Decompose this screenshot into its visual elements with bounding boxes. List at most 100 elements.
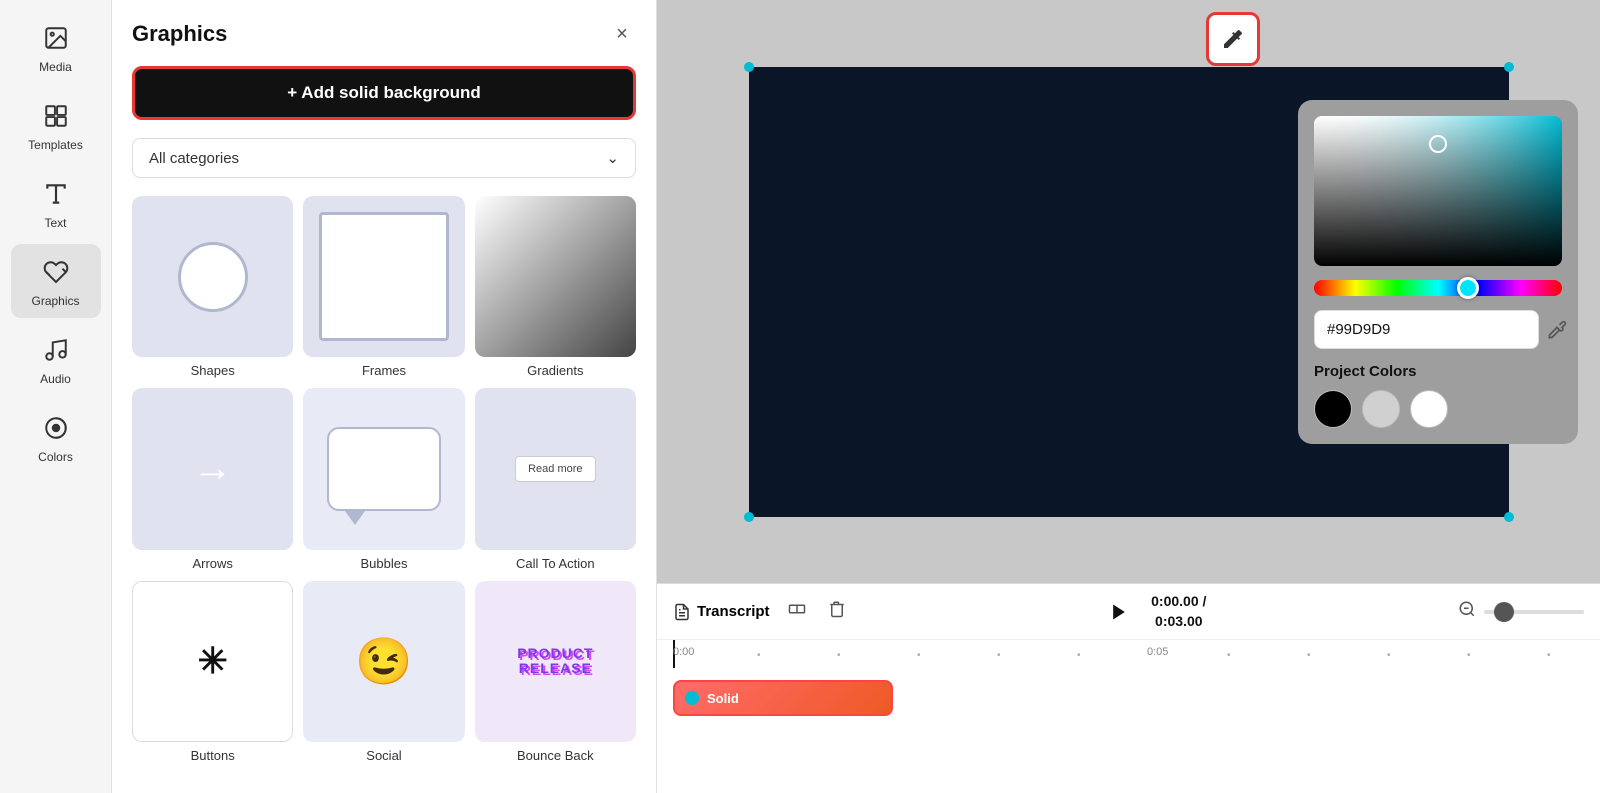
canvas-viewport: Project Colors (657, 0, 1600, 583)
bounceback-label: Bounce Back (517, 748, 594, 763)
grid-item-cta[interactable]: Read more Call To Action (475, 388, 636, 570)
color-swatch-white[interactable] (1410, 390, 1448, 428)
audio-icon (38, 332, 74, 368)
add-solid-background-button[interactable]: + Add solid background (132, 66, 636, 120)
sidebar-colors-label: Colors (38, 450, 73, 464)
sidebar-audio-label: Audio (40, 372, 71, 386)
color-gradient-box[interactable] (1314, 116, 1562, 266)
delete-button[interactable] (824, 596, 850, 627)
color-picker-trigger-button[interactable] (1206, 12, 1260, 66)
transcript-button[interactable]: Transcript (673, 603, 770, 621)
zoom-controls (1458, 600, 1584, 623)
arrows-thumbnail: → (132, 388, 293, 549)
panel-title: Graphics (132, 21, 227, 47)
color-swatch-black[interactable] (1314, 390, 1352, 428)
social-thumbnail: 😉 (303, 581, 464, 742)
hue-slider[interactable] (1314, 280, 1562, 296)
hex-input-row (1314, 310, 1562, 349)
color-picker-panel: Project Colors (1298, 100, 1578, 444)
bounce-text: PRODUCTRELEASE (513, 642, 597, 681)
timeline-area: Transcript (657, 583, 1600, 793)
cta-label: Call To Action (516, 556, 595, 571)
sidebar-item-audio[interactable]: Audio (11, 322, 101, 396)
zoom-slider[interactable] (1484, 610, 1584, 614)
gradients-thumbnail (475, 196, 636, 357)
corner-handle-tr[interactable] (1504, 62, 1514, 72)
sidebar-item-media[interactable]: Media (11, 10, 101, 84)
split-button[interactable] (784, 596, 810, 627)
app-container: Media Templates Text (0, 0, 1600, 793)
color-picker-handle[interactable] (1429, 135, 1447, 153)
gradients-label: Gradients (527, 363, 583, 378)
timeline-controls: Transcript (657, 584, 1600, 640)
templates-icon (38, 98, 74, 134)
corner-handle-tl[interactable] (744, 62, 754, 72)
bubbles-thumbnail (303, 388, 464, 549)
sidebar-media-label: Media (39, 60, 72, 74)
shape-circle (178, 242, 248, 312)
solid-track[interactable]: Solid (673, 680, 893, 716)
track-label: Solid (707, 691, 739, 706)
bubble-tail (345, 511, 365, 525)
graphics-panel: Graphics × + Add solid background All ca… (112, 0, 657, 793)
text-icon (38, 176, 74, 212)
cta-text: Read more (515, 456, 595, 482)
arrow-icon: → (193, 446, 233, 491)
cta-thumbnail: Read more (475, 388, 636, 549)
hue-slider-handle[interactable] (1457, 277, 1479, 299)
bubble-shape (327, 427, 440, 512)
sidebar-templates-label: Templates (28, 138, 83, 152)
colors-icon (38, 410, 74, 446)
sidebar-item-templates[interactable]: Templates (11, 88, 101, 162)
hex-color-input[interactable] (1314, 310, 1539, 349)
categories-dropdown[interactable]: All categories ⌄ (132, 138, 636, 178)
chevron-down-icon: ⌄ (606, 149, 619, 167)
panel-close-button[interactable]: × (608, 20, 636, 48)
sidebar-graphics-label: Graphics (31, 294, 79, 308)
grid-item-frames[interactable]: Frames (303, 196, 464, 378)
frames-label: Frames (362, 363, 406, 378)
panel-header: Graphics × (132, 20, 636, 48)
grid-item-arrows[interactable]: → Arrows (132, 388, 293, 570)
transcript-label: Transcript (697, 603, 770, 620)
color-swatch-gray[interactable] (1362, 390, 1400, 428)
graphics-icon (38, 254, 74, 290)
grid-item-shapes[interactable]: Shapes (132, 196, 293, 378)
bubbles-label: Bubbles (361, 556, 408, 571)
add-bg-label: + Add solid background (287, 83, 480, 103)
social-label: Social (366, 748, 401, 763)
canvas-area: Project Colors (657, 0, 1600, 793)
play-button[interactable] (1101, 594, 1137, 630)
marker-0: 0:00 (673, 646, 694, 658)
arrows-label: Arrows (192, 556, 232, 571)
eyedropper-button[interactable] (1547, 312, 1567, 348)
grid-item-bounceback[interactable]: PRODUCTRELEASE Bounce Back (475, 581, 636, 763)
sidebar-item-graphics[interactable]: Graphics (11, 244, 101, 318)
corner-handle-br[interactable] (1504, 512, 1514, 522)
frame-inner (319, 212, 448, 341)
marker-1: 0:05 (1147, 646, 1168, 658)
time-current: 0:00.00 / (1151, 593, 1206, 609)
buttons-label: Buttons (191, 748, 235, 763)
time-display: 0:00.00 / 0:03.00 (1151, 592, 1206, 631)
zoom-out-button[interactable] (1458, 600, 1476, 623)
grid-item-bubbles[interactable]: Bubbles (303, 388, 464, 570)
shapes-label: Shapes (191, 363, 235, 378)
sidebar-text-label: Text (44, 216, 66, 230)
corner-handle-bl[interactable] (744, 512, 754, 522)
grid-item-gradients[interactable]: Gradients (475, 196, 636, 378)
bounceback-thumbnail: PRODUCTRELEASE (475, 581, 636, 742)
track-row-solid: Solid (673, 676, 1584, 720)
sidebar: Media Templates Text (0, 0, 112, 793)
timeline-ruler: 0:00 0:05 • • • • • • • • • • (657, 640, 1600, 668)
timeline-tracks: Solid (657, 668, 1600, 793)
graphics-grid: Shapes Frames Gradients → Arrows (132, 196, 636, 763)
sidebar-item-colors[interactable]: Colors (11, 400, 101, 474)
shapes-thumbnail (132, 196, 293, 357)
grid-item-social[interactable]: 😉 Social (303, 581, 464, 763)
sidebar-item-text[interactable]: Text (11, 166, 101, 240)
grid-item-buttons[interactable]: ✳ Buttons (132, 581, 293, 763)
categories-label: All categories (149, 150, 239, 167)
buttons-thumbnail: ✳ (132, 581, 293, 742)
project-colors-swatches (1314, 390, 1562, 428)
